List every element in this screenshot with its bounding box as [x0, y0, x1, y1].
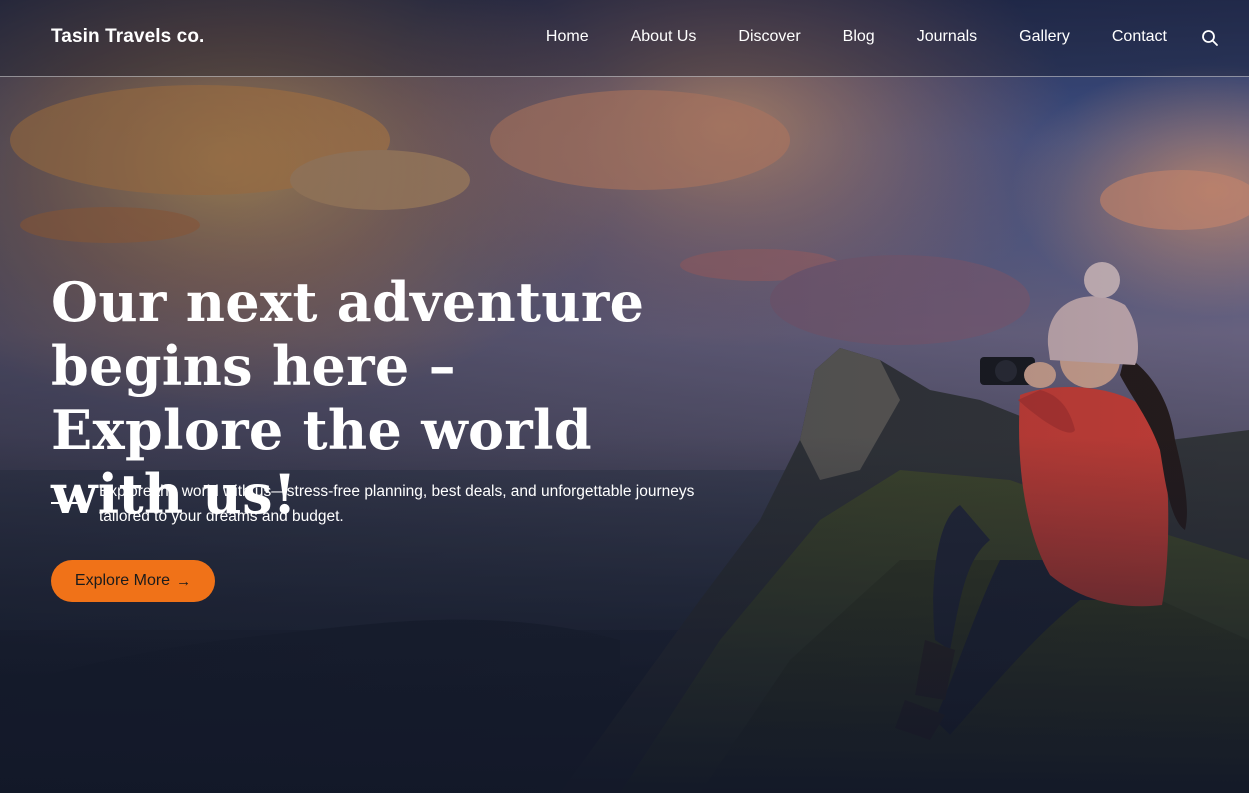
subtext-dash-divider — [51, 502, 83, 504]
hero-section: Tasin Travels co. Home About Us Discover… — [0, 0, 1249, 793]
nav-item-blog[interactable]: Blog — [843, 28, 875, 46]
brand-logo[interactable]: Tasin Travels co. — [51, 26, 204, 48]
search-icon[interactable] — [1201, 29, 1219, 47]
nav-item-contact[interactable]: Contact — [1112, 28, 1167, 46]
nav-item-home[interactable]: Home — [546, 28, 589, 46]
arrow-right-icon: → — [176, 572, 192, 590]
nav-item-gallery[interactable]: Gallery — [1019, 28, 1070, 46]
explore-more-button[interactable]: Explore More → — [51, 560, 215, 602]
explore-more-label: Explore More — [74, 572, 171, 589]
site-header: Tasin Travels co. Home About Us Discover… — [0, 0, 1249, 77]
nav-item-discover[interactable]: Discover — [738, 28, 800, 46]
nav-item-about-us[interactable]: About Us — [631, 28, 697, 46]
hero-subtext: Explore the world with us—stress-free pl… — [99, 483, 695, 525]
nav-item-journals[interactable]: Journals — [917, 28, 977, 46]
main-nav: Home About Us Discover Blog Journals Gal… — [504, 28, 1167, 46]
